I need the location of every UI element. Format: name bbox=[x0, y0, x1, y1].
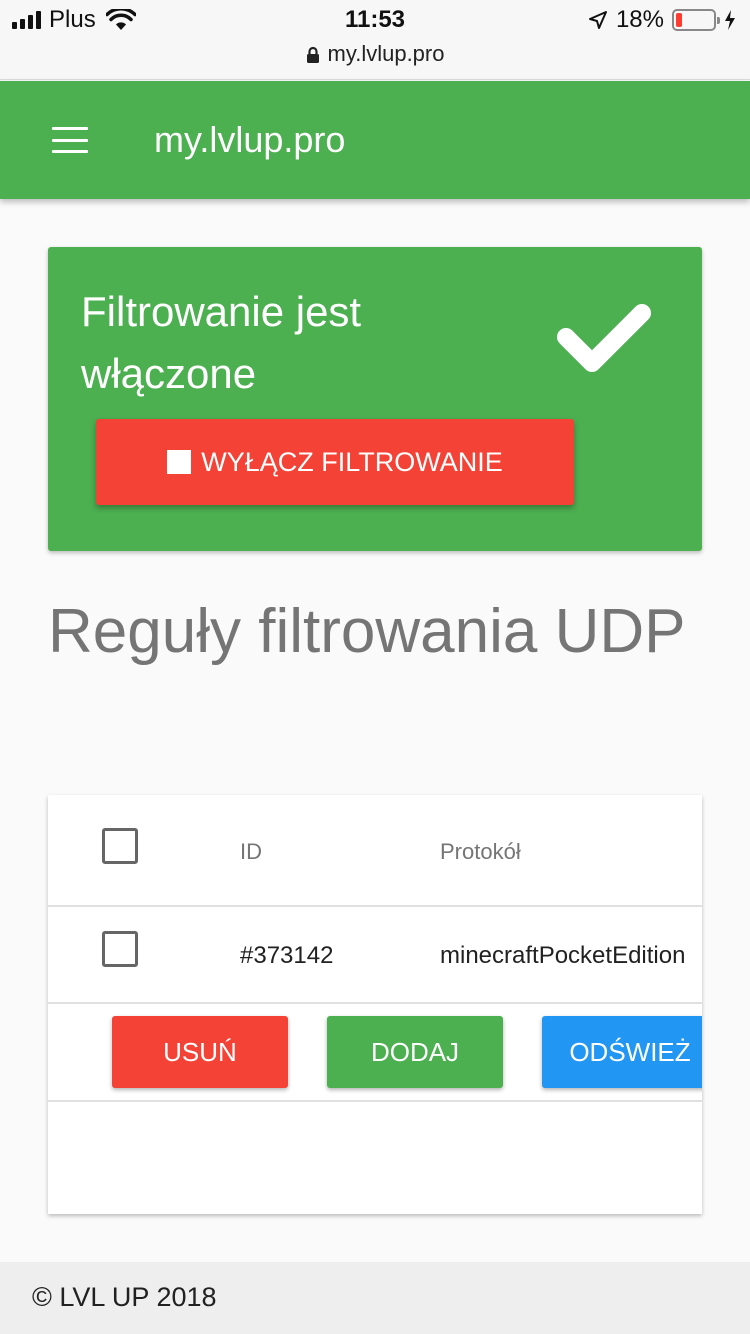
table-actions-row: USUŃ DODAJ ODŚWIEŻ bbox=[48, 1004, 702, 1102]
refresh-button[interactable]: ODŚWIEŻ bbox=[542, 1016, 702, 1088]
table-row[interactable]: #373142 minecraftPocketEdition bbox=[48, 907, 702, 1004]
delete-button[interactable]: USUŃ bbox=[112, 1016, 288, 1088]
filter-status-title: Filtrowanie jest włączone bbox=[81, 288, 362, 397]
rule-protocol-cell: minecraftPocketEdition bbox=[440, 942, 686, 969]
rules-table-card: ID Protokół #373142 minecraftPocketEditi… bbox=[48, 795, 702, 1214]
app-bar: my.lvlup.pro bbox=[0, 81, 750, 199]
battery-fill bbox=[676, 13, 683, 27]
status-bar: Plus 11:53 my.lvlup.pro 18% bbox=[0, 0, 750, 80]
lock-icon bbox=[306, 47, 319, 64]
rule-id-cell: #373142 bbox=[240, 942, 334, 969]
address-bar-url: my.lvlup.pro bbox=[327, 41, 445, 66]
footer: © LVL UP 2018 bbox=[0, 1262, 750, 1334]
column-header-id[interactable]: ID bbox=[240, 839, 262, 865]
select-all-checkbox[interactable] bbox=[102, 828, 138, 864]
table-header-row: ID Protokół bbox=[48, 795, 702, 907]
footer-copyright: © LVL UP 2018 bbox=[32, 1282, 217, 1312]
disable-filtering-label: WYŁĄCZ FILTROWANIE bbox=[201, 446, 503, 477]
battery-icon bbox=[672, 9, 720, 31]
location-arrow-icon bbox=[588, 11, 607, 29]
page-title: Reguły filtrowania UDP bbox=[48, 597, 686, 666]
status-bar-right: 18% bbox=[588, 6, 736, 34]
app-title: my.lvlup.pro bbox=[154, 119, 346, 160]
charging-bolt-icon bbox=[725, 10, 735, 30]
hamburger-menu-icon[interactable] bbox=[52, 127, 88, 153]
add-button[interactable]: DODAJ bbox=[327, 1016, 503, 1088]
column-header-protocol[interactable]: Protokół bbox=[440, 839, 521, 865]
stop-square-icon bbox=[167, 450, 192, 474]
disable-filtering-button[interactable]: WYŁĄCZ FILTROWANIE bbox=[96, 419, 574, 505]
filter-status-card: Filtrowanie jest włączone WYŁĄCZ FILTROW… bbox=[48, 247, 702, 551]
row-checkbox[interactable] bbox=[102, 931, 138, 967]
battery-percent: 18% bbox=[615, 6, 664, 33]
address-bar[interactable]: my.lvlup.pro bbox=[0, 41, 750, 67]
checkmark-icon bbox=[557, 304, 651, 372]
